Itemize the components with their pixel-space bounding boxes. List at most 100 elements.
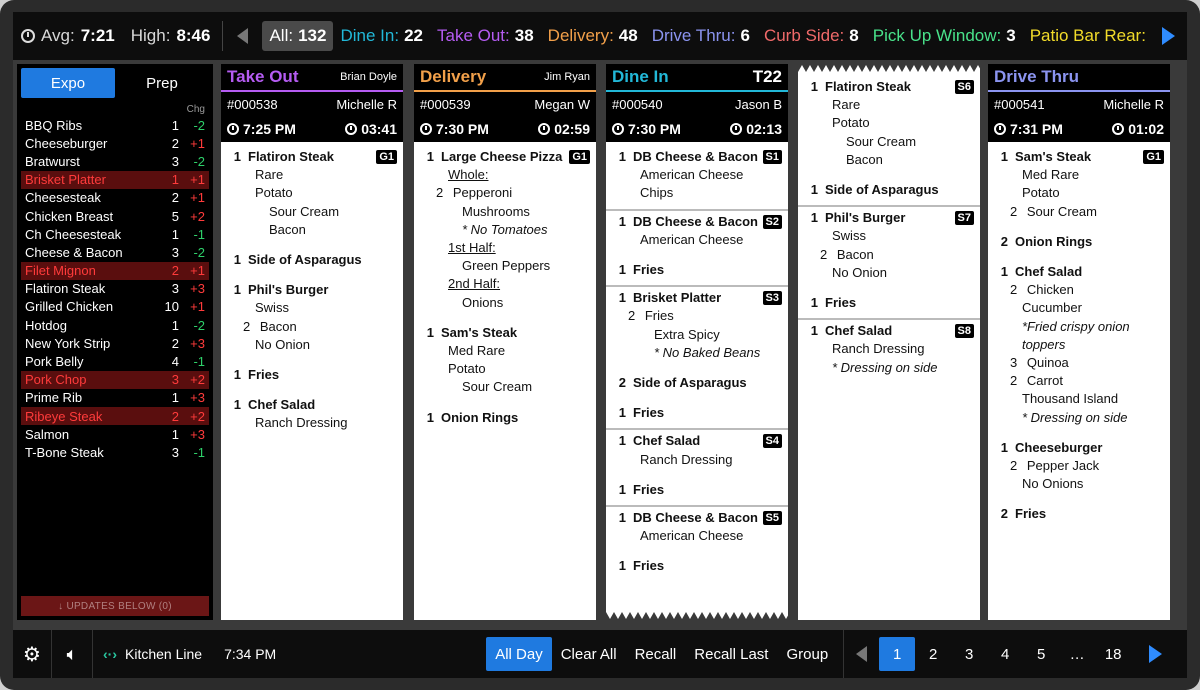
item-qty: 3	[171, 244, 179, 260]
filter-tab[interactable]: Curb Side: 8	[757, 21, 866, 51]
modifier: *Fried crispy onion	[988, 318, 1170, 336]
tab-expo[interactable]: Expo	[21, 68, 115, 98]
list-item[interactable]: New York Strip 2 +3	[21, 334, 209, 352]
list-item[interactable]: Prime Rib 1 +3	[21, 389, 209, 407]
item-qty: 10	[164, 299, 179, 315]
item-qty: 3	[171, 281, 179, 297]
all-day-button[interactable]: All Day	[486, 637, 552, 671]
item-qty: 1	[171, 172, 179, 188]
seat-badge: S7	[954, 211, 974, 226]
menu-item: 1 Brisket Platter S3	[606, 289, 788, 307]
order-ticket[interactable]: Drive Thru #000541 Michelle R 7:31 PM 01:02 1…	[988, 64, 1170, 620]
page-3[interactable]: 3	[951, 637, 987, 671]
modifier-text: Potato	[448, 361, 486, 377]
speaker-icon[interactable]: 🔈︎	[52, 644, 92, 665]
order-ticket[interactable]: Delivery Jim Ryan #000539 Megan W 7:30 PM 02:…	[414, 64, 596, 620]
menu-item: 1 Sam's Steak G1	[988, 148, 1170, 166]
list-item[interactable]: Pork Chop 3 +2	[21, 370, 209, 389]
clear-all-button[interactable]: Clear All	[552, 637, 626, 671]
list-item[interactable]: Chicken Breast 5 +2	[21, 207, 209, 225]
filter-tab[interactable]: Delivery: 48	[541, 21, 645, 51]
item-qty: 1	[171, 426, 179, 442]
page-next-arrow-icon[interactable]	[1149, 645, 1163, 663]
modifier-text: Bacon	[836, 246, 874, 262]
filter-label: Curb Side:	[763, 26, 845, 45]
filter-count: 3	[1006, 26, 1016, 45]
menu-item: 1 Fries	[606, 404, 788, 422]
list-item[interactable]: Hotdog 1 -2	[21, 316, 209, 334]
menu-item: 2 Fries	[988, 505, 1170, 523]
page-4[interactable]: 4	[987, 637, 1023, 671]
list-item[interactable]: Grilled Chicken 10 +1	[21, 298, 209, 316]
group-button[interactable]: Group	[777, 637, 837, 671]
order-ticket[interactable]: Dine In T22 #000540 Jason B 7:30 PM 02:13 1 DB …	[606, 64, 788, 612]
filters-prev-arrow-icon[interactable]	[237, 28, 249, 44]
item-qty: 1	[233, 367, 241, 383]
list-item[interactable]: Flatiron Steak 3 +3	[21, 280, 209, 298]
modifier: No Onion	[798, 264, 980, 282]
modifier: No Onions	[988, 475, 1170, 493]
filters-next-button[interactable]	[1149, 12, 1187, 60]
item-qty: 1	[618, 405, 626, 421]
list-item[interactable]: Cheesesteak 2 +1	[21, 189, 209, 207]
filter-tab[interactable]: Take Out: 38	[430, 21, 541, 51]
seat-group: 1 Brisket Platter S3 2 Fries Extra Spicy * No…	[606, 287, 788, 431]
item-change: -2	[193, 317, 205, 333]
modifier: toppers	[988, 336, 1170, 354]
item-counts-list: BBQ Ribs 1 -2 Cheeseburger 2 +1 Bratwurst 3 -2 Br…	[21, 116, 209, 462]
page-18[interactable]: 18	[1095, 637, 1131, 671]
page-2[interactable]: 2	[915, 637, 951, 671]
table-number: T22	[752, 67, 782, 86]
list-item[interactable]: Cheeseburger 2 +1	[21, 134, 209, 152]
high-label: High:	[130, 26, 171, 45]
filter-tab[interactable]: All: 132	[262, 21, 334, 51]
list-item[interactable]: Cheese & Bacon 3 -2	[21, 243, 209, 261]
filter-tab[interactable]: Patio Bar Rear:2	[1023, 21, 1149, 51]
updates-below-indicator[interactable]: ↓ UPDATES BELOW (0)	[21, 596, 209, 616]
order-type: Dine In	[612, 67, 669, 86]
item-qty: 1	[171, 117, 179, 133]
list-item[interactable]: Salmon 1 +3	[21, 425, 209, 443]
list-item[interactable]: Ribeye Steak 2 +2	[21, 407, 209, 426]
modifier-text: *Fried crispy onion	[1022, 318, 1130, 334]
list-item[interactable]: Ch Cheesesteak 1 -1	[21, 225, 209, 243]
list-item[interactable]: Filet Mignon 2 +1	[21, 261, 209, 280]
filter-tab[interactable]: Dine In: 22	[333, 21, 430, 51]
tab-prep[interactable]: Prep	[115, 68, 209, 98]
page-5[interactable]: 5	[1023, 637, 1059, 671]
item-name: Hotdog	[25, 317, 67, 333]
elapsed-timer: 03:41	[345, 121, 397, 137]
modifier-text: Rare	[832, 97, 861, 113]
list-item[interactable]: Pork Belly 4 -1	[21, 352, 209, 370]
modifier: * No Baked Beans	[606, 344, 788, 362]
order-time: 7:30 PM	[612, 121, 681, 137]
recall-button[interactable]: Recall	[626, 637, 686, 671]
recall-last-button[interactable]: Recall Last	[685, 637, 777, 671]
order-ticket[interactable]: Take Out Brian Doyle #000538 Michelle R 7:25…	[221, 64, 403, 620]
filter-tab[interactable]: Drive Thru: 6	[645, 21, 757, 51]
modifier-text: Potato	[1022, 185, 1060, 201]
menu-item: 1 Onion Rings	[414, 409, 596, 427]
filter-tab[interactable]: Pick Up Window: 3	[866, 21, 1023, 51]
list-item[interactable]: Bratwurst 3 -2	[21, 152, 209, 170]
current-time: 7:34 PM	[224, 646, 277, 662]
order-ticket[interactable]: 1 Flatiron Steak S6 Rare Potato Sour Cream Bac…	[798, 72, 980, 620]
station-arrows-icon: ‹·›	[103, 646, 117, 662]
gear-icon[interactable]: ⚙	[13, 642, 51, 667]
menu-item: 2 Side of Asparagus	[606, 374, 788, 392]
item-name: BBQ Ribs	[25, 117, 83, 133]
list-item[interactable]: BBQ Ribs 1 -2	[21, 116, 209, 134]
order-type: Delivery	[420, 67, 487, 86]
kitchen-line-selector[interactable]: ‹·› Kitchen Line	[93, 646, 202, 662]
item-name: Cheese & Bacon	[25, 244, 123, 260]
order-number: #000539	[420, 96, 471, 112]
list-item[interactable]: T-Bone Steak 3 -1	[21, 443, 209, 461]
list-item[interactable]: Brisket Platter 1 +1	[21, 170, 209, 189]
menu-item: 1 Fries	[606, 481, 788, 499]
modifier-qty: 2	[436, 185, 444, 201]
page-1[interactable]: 1	[879, 637, 916, 671]
kitchen-line-label: Kitchen Line	[125, 646, 203, 662]
page-prev-arrow-icon[interactable]	[856, 646, 868, 662]
